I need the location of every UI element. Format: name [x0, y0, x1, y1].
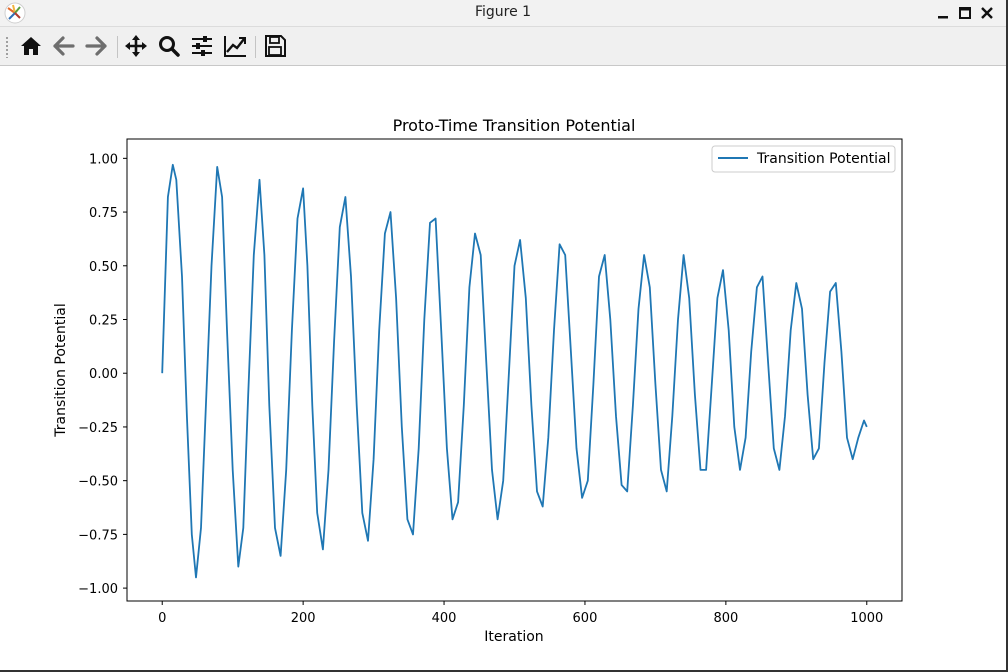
navigation-toolbar	[0, 27, 1006, 66]
chart-title: Proto-Time Transition Potential	[393, 116, 636, 135]
y-tick-label: −0.75	[78, 528, 118, 543]
y-tick-label: −0.50	[78, 475, 118, 490]
x-tick-label: 1000	[850, 611, 883, 626]
y-tick-label: −0.25	[78, 421, 118, 436]
close-icon	[981, 7, 993, 19]
x-tick-label: 0	[158, 611, 166, 626]
move-icon	[125, 35, 147, 57]
x-tick-label: 800	[713, 611, 738, 626]
x-axis-label: Iteration	[484, 629, 543, 645]
title-bar: Figure 1	[0, 0, 1006, 27]
sliders-icon	[192, 36, 212, 56]
configure-subplots-button[interactable]	[188, 32, 216, 60]
x-tick-label: 600	[573, 611, 598, 626]
minimize-button[interactable]	[934, 3, 952, 23]
y-axis-label: Transition Potential	[53, 303, 69, 438]
minimize-icon	[938, 16, 948, 19]
y-tick-label: 0.50	[89, 260, 118, 275]
y-tick-label: 0.75	[89, 206, 118, 221]
x-tick-label: 200	[291, 611, 316, 626]
legend[interactable]: Transition Potential	[711, 145, 896, 173]
y-tick-label: 1.00	[89, 152, 118, 167]
maximize-button[interactable]	[956, 3, 974, 23]
figure-window: Figure 1 Proto-Time Transition Potential…	[0, 0, 1008, 672]
toolbar-grip[interactable]	[5, 36, 9, 58]
pan-button[interactable]	[122, 32, 150, 60]
y-axis-ticks: −1.00 −0.75 −0.50 −0.25 0.00 0.25 0.50 0.75 1.00	[78, 152, 127, 597]
legend-label: Transition Potential	[756, 151, 891, 167]
y-tick-label: 0.25	[89, 314, 118, 329]
x-axis-ticks: 0 200 400 600 800 1000	[158, 601, 883, 626]
toolbar-separator	[117, 36, 118, 58]
arrow-left-icon	[53, 36, 75, 56]
zoom-button[interactable]	[155, 32, 183, 60]
figure-canvas[interactable]: Proto-Time Transition Potential −1.00 −0.…	[0, 66, 1006, 670]
back-button[interactable]	[50, 32, 78, 60]
forward-button[interactable]	[82, 32, 110, 60]
y-tick-label: 0.00	[89, 367, 118, 382]
save-button[interactable]	[261, 32, 289, 60]
y-tick-label: −1.00	[78, 582, 118, 597]
home-icon	[21, 37, 41, 55]
arrow-right-icon	[85, 36, 107, 56]
x-tick-label: 400	[432, 611, 457, 626]
line-chart-icon	[224, 36, 246, 57]
window-title: Figure 1	[474, 4, 532, 20]
maximize-icon	[959, 7, 971, 19]
edit-axis-button[interactable]	[221, 32, 249, 60]
toolbar-separator	[255, 36, 256, 58]
close-button[interactable]	[978, 3, 996, 23]
line-chart[interactable]: Proto-Time Transition Potential −1.00 −0.…	[0, 66, 1006, 670]
magnifier-icon	[159, 36, 180, 57]
home-button[interactable]	[17, 32, 45, 60]
floppy-disk-icon	[265, 35, 286, 57]
